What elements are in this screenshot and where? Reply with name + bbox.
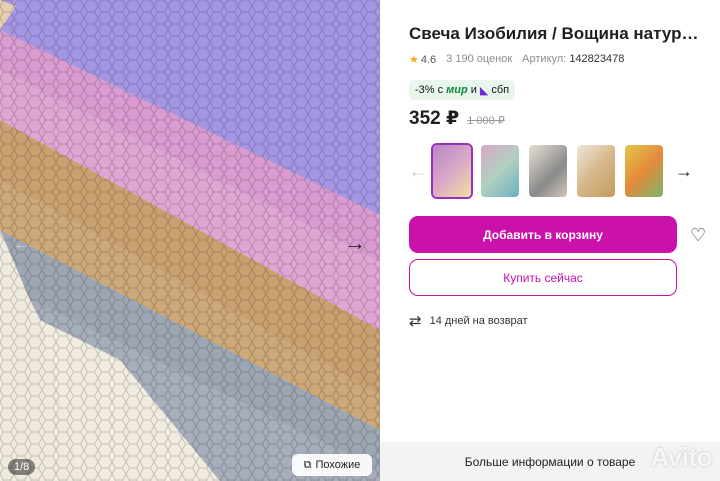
add-to-cart-button[interactable]: Добавить в корзину xyxy=(409,216,677,253)
rating: ★ 4.6 xyxy=(409,54,437,66)
article-number: Артикул: 142823478 xyxy=(522,53,625,65)
sbp-logo-icon: ◣ xyxy=(479,84,489,97)
thumbnail-1[interactable] xyxy=(431,143,473,199)
payment-promo-badge: -3% с мир и ◣ сбп xyxy=(409,80,516,100)
return-text: 14 дней на возврат xyxy=(429,315,528,327)
photo-next-arrow-icon[interactable]: → xyxy=(344,232,366,254)
similar-search-icon: ⧉ xyxy=(303,458,312,471)
product-photo[interactable]: ← → 1/8 ⧉ Похожие xyxy=(0,0,380,481)
thumbnail-4[interactable] xyxy=(575,143,617,199)
photo-counter: 1/8 xyxy=(8,459,36,475)
product-title: Свеча Изобилия / Вощина натур… xyxy=(409,24,699,43)
reviews-link[interactable]: 3 190 оценок xyxy=(446,53,512,66)
mir-logo: мир xyxy=(446,84,468,96)
product-meta: ★ 4.6 3 190 оценок Артикул: 142823478 xyxy=(409,53,624,66)
similar-button[interactable]: ⧉ Похожие xyxy=(292,454,372,476)
price-block: 352 ₽ 1 000 ₽ xyxy=(409,107,505,130)
avito-watermark: Avito xyxy=(650,442,712,472)
thumbnail-3[interactable] xyxy=(527,143,569,199)
honeycomb-sheets-image xyxy=(0,0,380,481)
return-policy: ⇄ 14 дней на возврат xyxy=(409,312,528,330)
sbp-label: сбп xyxy=(491,84,510,96)
star-icon: ★ xyxy=(409,54,419,66)
thumb-next-arrow-icon[interactable]: → xyxy=(675,161,693,182)
thumbnail-2[interactable] xyxy=(479,143,521,199)
buy-now-button[interactable]: Купить сейчас xyxy=(409,259,677,296)
thumbnail-5[interactable] xyxy=(623,143,665,199)
old-price: 1 000 ₽ xyxy=(467,115,505,127)
thumb-prev-arrow-icon[interactable]: ← xyxy=(409,161,427,182)
return-arrows-icon: ⇄ xyxy=(409,313,422,330)
thumbnail-strip: ← → xyxy=(409,141,693,201)
favorite-heart-icon[interactable]: ♡ xyxy=(690,225,706,246)
similar-label: Похожие xyxy=(315,459,361,471)
photo-prev-arrow-icon[interactable]: ← xyxy=(12,232,34,254)
current-price: 352 ₽ xyxy=(409,108,460,129)
